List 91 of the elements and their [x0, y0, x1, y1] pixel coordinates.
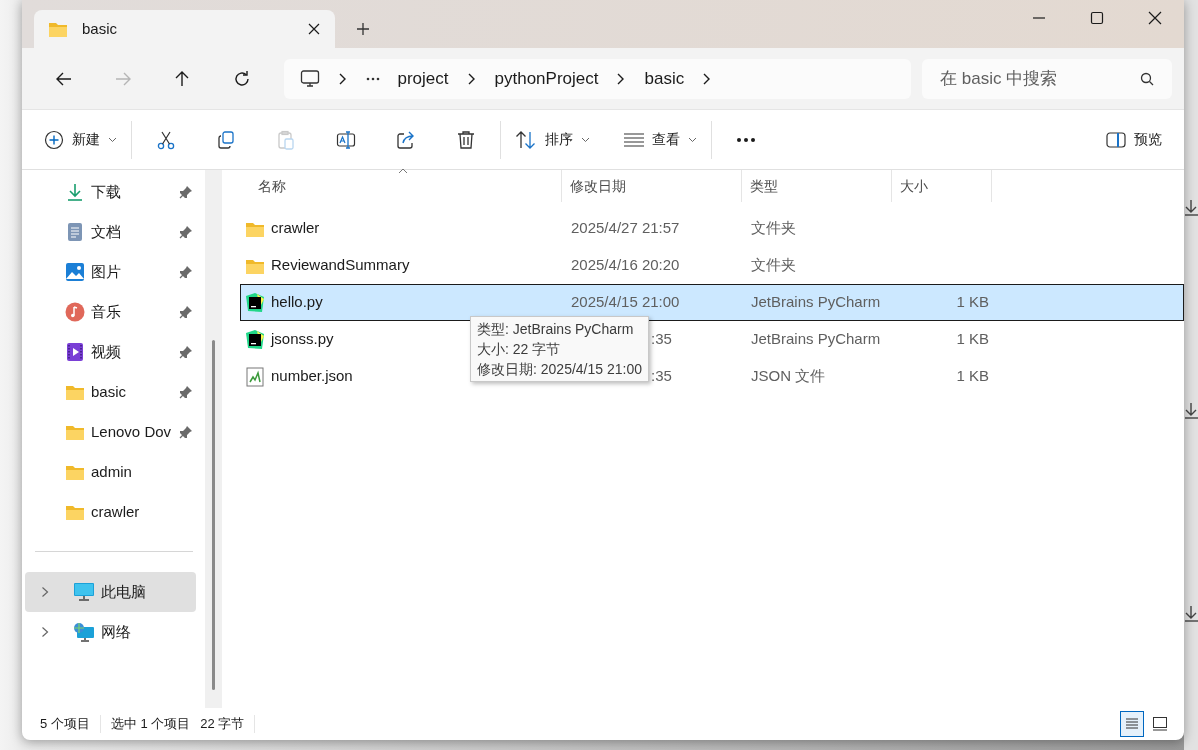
size-text: 1 KB [956, 292, 989, 313]
sidebar-item[interactable]: 文档 [22, 212, 205, 252]
pycharm-file-icon [245, 329, 265, 350]
sidebar-item[interactable]: crawler [22, 492, 205, 532]
chevron-right-icon [337, 71, 348, 86]
sidebar-item[interactable]: 网络 [25, 612, 196, 652]
list-icon [624, 131, 644, 148]
type-text: 文件夹 [751, 218, 796, 239]
folder-icon [65, 503, 85, 521]
type-text: 文件夹 [751, 255, 796, 276]
selected-file-row[interactable]: hello.py 2025/4/15 21:00 JetBrains PyCharm 1 KB [240, 284, 1184, 321]
folder-icon [65, 423, 85, 441]
sidebar-item[interactable]: 图片 [22, 252, 205, 292]
network-icon [73, 622, 95, 642]
close-tab-button[interactable] [307, 22, 321, 36]
date-text: 2025/4/16 20:20 [571, 255, 680, 276]
close-icon [1148, 11, 1162, 25]
maximize-icon [1090, 11, 1104, 25]
plus-icon [356, 22, 370, 36]
music-icon [65, 302, 85, 322]
expand-chevron-icon [41, 626, 49, 638]
download-icon [1184, 401, 1198, 421]
file-name[interactable]: hello.py [271, 291, 323, 314]
document-icon [65, 222, 85, 242]
chevron-down-icon [688, 136, 697, 143]
selection-size: 22 字节 [200, 715, 245, 734]
address-bar[interactable]: project pythonProject basic [283, 58, 911, 99]
type-text: JSON 文件 [751, 366, 826, 387]
preview-button[interactable]: 预览 [1096, 119, 1172, 160]
download-icon [65, 182, 85, 202]
tooltip-line: 大小: 22 字节 [477, 340, 562, 359]
computer-icon [73, 582, 95, 602]
tab[interactable]: basic [34, 10, 335, 48]
sort-button[interactable]: 排序 [505, 119, 600, 160]
plus-circle-icon [44, 129, 64, 150]
date-text: :35 [651, 329, 672, 350]
picture-icon [65, 262, 85, 282]
view-button[interactable]: 查看 [614, 119, 707, 160]
size-text: 1 KB [956, 366, 989, 387]
download-icon [1184, 198, 1198, 218]
folder-icon [65, 383, 85, 401]
more-icon [365, 76, 380, 81]
sidebar-item[interactable]: 此电脑 [25, 572, 196, 612]
computer-icon [299, 68, 320, 89]
sidebar-item[interactable]: 下载 [22, 172, 205, 212]
chevron-down-icon [108, 136, 117, 143]
more-icon [736, 136, 756, 143]
item-count: 5 个项目 [40, 715, 90, 734]
column-header[interactable]: 修改日期 [562, 170, 742, 202]
date-text: 2025/4/15 21:00 [571, 292, 680, 313]
file-name[interactable]: ReviewandSummary [271, 254, 410, 277]
sidebar-item[interactable]: basic [22, 372, 205, 412]
expand-chevron-icon [41, 586, 49, 598]
chevron-down-icon [581, 136, 590, 143]
json-file-icon [245, 366, 265, 387]
folder-icon [65, 463, 85, 481]
size-text: 1 KB [956, 329, 989, 350]
video-icon [65, 342, 85, 362]
sidebar-item[interactable]: Lenovo Dov [22, 412, 205, 452]
date-text: :35 [651, 366, 672, 387]
breadcrumb[interactable]: basic [644, 65, 685, 92]
folder-icon [48, 20, 68, 38]
download-icon [1184, 604, 1198, 624]
file-name[interactable]: jsonss.py [271, 328, 334, 351]
column-header[interactable]: 大小 [892, 170, 992, 202]
file-name[interactable]: number.json [271, 365, 353, 388]
sidebar-item[interactable]: admin [22, 452, 205, 492]
scrollbar[interactable] [205, 170, 222, 708]
type-text: JetBrains PyCharm [751, 329, 881, 350]
close-icon [307, 22, 321, 36]
date-text: 2025/4/27 21:57 [571, 218, 680, 239]
tooltip-line: 类型: JetBrains PyCharm [477, 320, 635, 339]
column-header[interactable]: 名称 [240, 170, 562, 202]
pycharm-file-icon [245, 292, 265, 313]
tile-icon [1151, 715, 1169, 733]
breadcrumb[interactable]: pythonProject [494, 65, 599, 92]
details-view-button[interactable] [1120, 711, 1144, 737]
chevron-right-icon [466, 71, 477, 86]
file-name[interactable]: crawler [271, 217, 320, 240]
selection-count: 选中 1 个项目 [110, 715, 191, 734]
search-field[interactable]: 在 basic 中搜索 [922, 58, 1172, 99]
new-button[interactable]: 新建 [34, 119, 127, 160]
type-text: JetBrains PyCharm [751, 292, 881, 313]
breadcrumb[interactable]: project [397, 65, 449, 92]
tooltip-line: 修改日期: 2025/4/15 21:00 [477, 360, 642, 379]
preview-pane-icon [1106, 131, 1126, 148]
sidebar-item[interactable]: 视频 [22, 332, 205, 372]
search-icon [1140, 71, 1154, 86]
sort-icon [515, 129, 537, 150]
column-header[interactable]: 类型 [742, 170, 892, 202]
sidebar-item[interactable]: 音乐 [22, 292, 205, 332]
